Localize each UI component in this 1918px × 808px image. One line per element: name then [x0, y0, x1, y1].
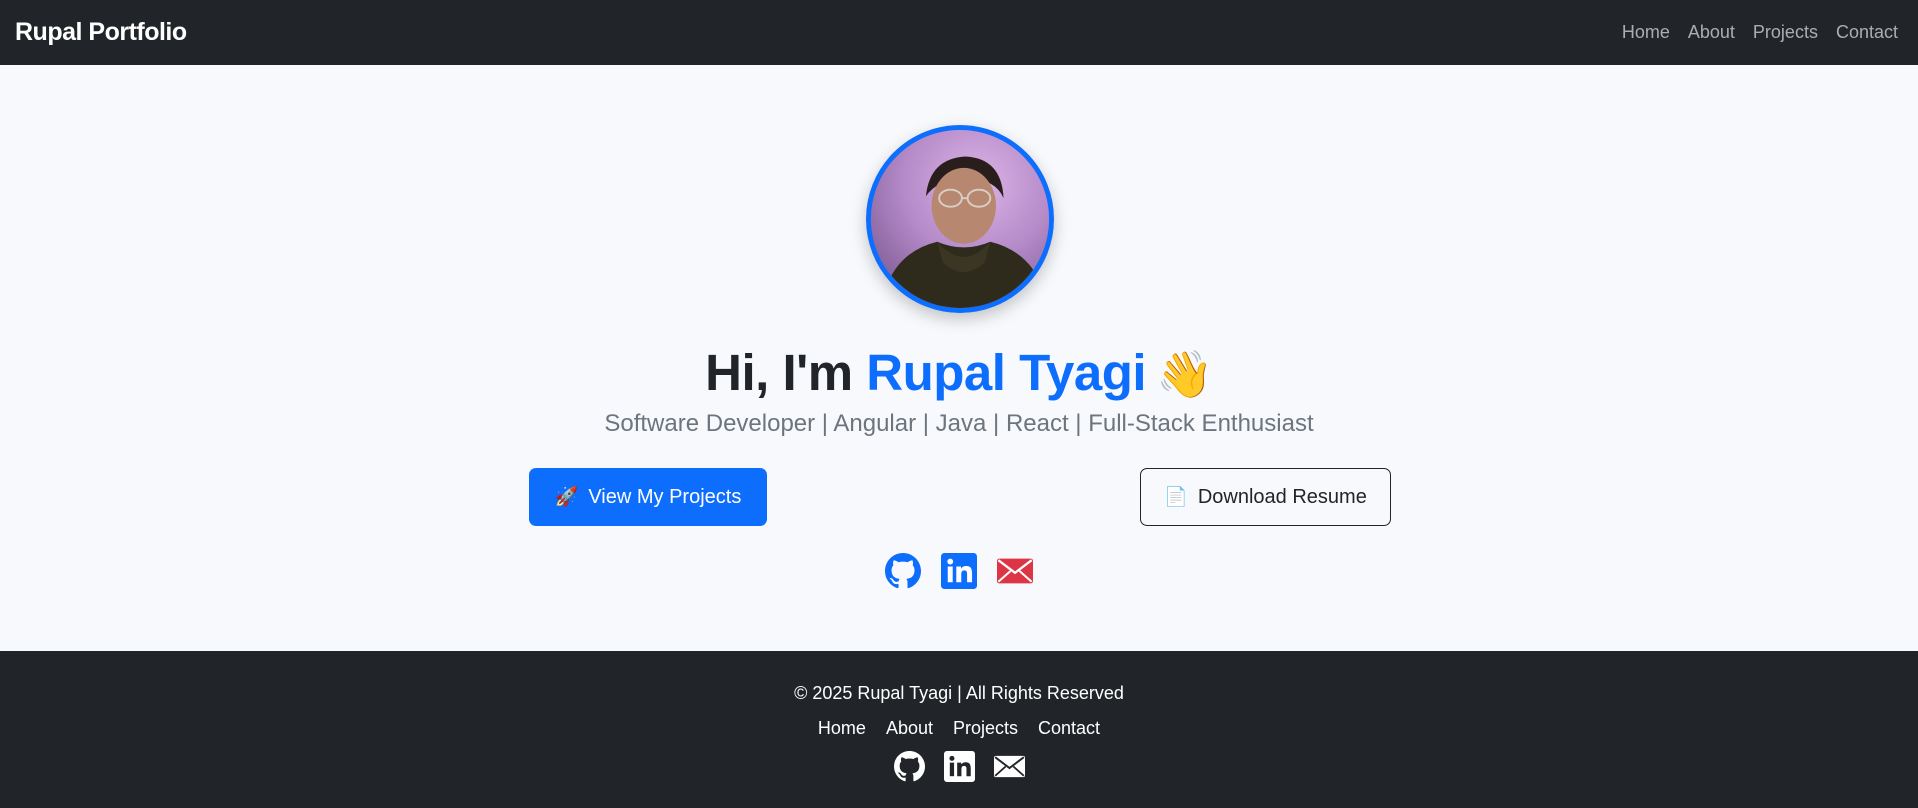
github-link[interactable] — [885, 553, 921, 589]
hero-section: Hi, I'm Rupal Tyagi 👋 Software Developer … — [0, 65, 1918, 651]
hero-heading: Hi, I'm Rupal Tyagi 👋 — [0, 343, 1918, 402]
view-projects-label: View My Projects — [588, 485, 742, 508]
mail-link[interactable] — [997, 553, 1033, 589]
profile-avatar — [866, 125, 1054, 313]
hero-name: Rupal Tyagi — [866, 344, 1147, 401]
mail-icon — [997, 558, 1033, 584]
document-icon: 📄 — [1164, 487, 1188, 508]
footer-social-links — [0, 751, 1918, 782]
footer-link-contact[interactable]: Contact — [1038, 718, 1100, 739]
top-navbar: Rupal Portfolio Home About Projects Cont… — [0, 0, 1918, 65]
brand-logo-link[interactable]: Rupal Portfolio — [15, 18, 187, 47]
download-resume-label: Download Resume — [1197, 485, 1367, 508]
greeting-prefix: Hi, I'm — [705, 344, 853, 401]
linkedin-icon — [943, 751, 975, 782]
github-icon — [893, 751, 925, 782]
site-footer: © 2025 Rupal Tyagi | All Rights Reserved… — [0, 651, 1918, 808]
footer-mail-link[interactable] — [993, 751, 1025, 782]
nav-link-projects[interactable]: Projects — [1744, 22, 1827, 43]
footer-link-projects[interactable]: Projects — [953, 718, 1018, 739]
footer-linkedin-link[interactable] — [943, 751, 975, 782]
copyright-text: © 2025 Rupal Tyagi | All Rights Reserved — [794, 683, 1124, 703]
linkedin-icon — [941, 553, 977, 589]
footer-links: Home About Projects Contact — [0, 718, 1918, 739]
footer-link-home[interactable]: Home — [818, 718, 866, 739]
profile-photo-icon — [871, 130, 1049, 308]
nav-link-home[interactable]: Home — [1613, 22, 1679, 43]
download-resume-button[interactable]: 📄 Download Resume — [1140, 468, 1391, 526]
footer-github-link[interactable] — [893, 751, 925, 782]
mail-icon — [993, 755, 1025, 778]
nav-link-contact[interactable]: Contact — [1827, 22, 1907, 43]
hero-social-links — [0, 553, 1918, 589]
github-icon — [885, 553, 921, 589]
wave-icon: 👋 — [1156, 348, 1213, 400]
nav-link-about[interactable]: About — [1679, 22, 1744, 43]
footer-link-about[interactable]: About — [886, 718, 933, 739]
linkedin-link[interactable] — [941, 553, 977, 589]
view-projects-button[interactable]: 🚀 View My Projects — [529, 468, 767, 526]
hero-subtitle: Software Developer | Angular | Java | Re… — [604, 410, 1314, 437]
rocket-icon: 🚀 — [554, 487, 579, 508]
nav-links: Home About Projects Contact — [1613, 22, 1907, 43]
